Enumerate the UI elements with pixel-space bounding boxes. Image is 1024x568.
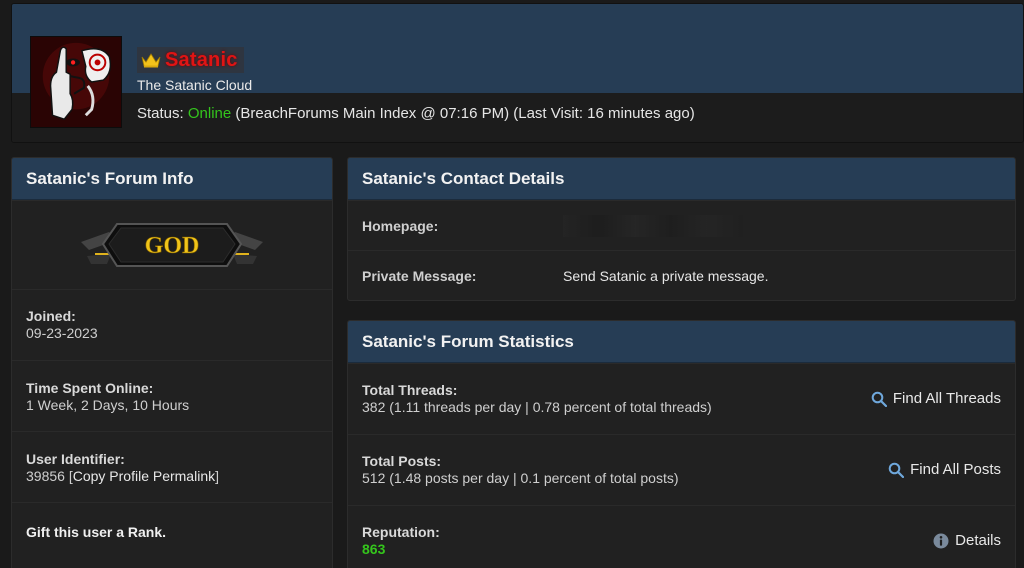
total-posts-row: Total Posts: 512 (1.48 posts per day | 0…: [348, 434, 1015, 505]
user-identifier-value: 39856 [Copy Profile Permalink]: [26, 468, 318, 484]
homepage-value-redacted: [563, 214, 743, 237]
user-identifier-row: User Identifier: 39856 [Copy Profile Per…: [12, 431, 332, 502]
status-label: Status:: [137, 105, 184, 122]
status-line: Status: Online (BreachForums Main Index …: [137, 105, 695, 122]
permalink-open: [: [64, 468, 73, 484]
username-box: Satanic: [137, 47, 244, 73]
find-all-posts-button[interactable]: Find All Posts: [888, 461, 1001, 478]
private-message-link[interactable]: Send Satanic a private message.: [563, 268, 768, 284]
find-all-threads-button[interactable]: Find All Threads: [871, 390, 1001, 407]
rank-badge-image: GOD: [81, 223, 263, 267]
joined-label: Joined:: [26, 308, 76, 324]
uid-number: 39856: [26, 468, 65, 484]
gift-rank-link[interactable]: Gift this user a Rank.: [26, 524, 166, 540]
status-detail: (BreachForums Main Index @ 07:16 PM) (La…: [235, 105, 695, 122]
user-title: The Satanic Cloud: [137, 77, 253, 93]
reputation-details-button[interactable]: Details: [933, 532, 1001, 549]
profile-header: Satanic The Satanic Cloud Status: Online…: [11, 3, 1024, 143]
profile-page: Satanic The Satanic Cloud Status: Online…: [0, 0, 1024, 568]
contact-details-panel: Satanic's Contact Details Homepage: Priv…: [347, 157, 1016, 301]
joined-value: 09-23-2023: [26, 325, 98, 341]
time-online-label: Time Spent Online:: [26, 380, 154, 396]
find-all-posts-label: Find All Posts: [910, 461, 1001, 478]
username[interactable]: Satanic: [165, 49, 238, 72]
total-threads-row: Total Threads: 382 (1.11 threads per day…: [348, 363, 1015, 434]
reputation-details-label: Details: [955, 532, 1001, 549]
reputation-label: Reputation:: [362, 524, 440, 540]
user-identifier-label: User Identifier:: [26, 451, 125, 467]
find-all-threads-label: Find All Threads: [892, 390, 1001, 407]
private-message-label: Private Message:: [362, 267, 477, 284]
homepage-label: Homepage:: [362, 217, 439, 234]
avatar[interactable]: [30, 36, 122, 128]
status-value: Online: [187, 105, 232, 122]
crown-icon: [141, 52, 161, 67]
forum-statistics-title: Satanic's Forum Statistics: [348, 321, 1015, 363]
copy-permalink-link[interactable]: Copy Profile Permalink: [73, 468, 215, 484]
forum-statistics-panel: Satanic's Forum Statistics Total Threads…: [347, 320, 1016, 568]
homepage-row: Homepage:: [348, 200, 1015, 250]
search-icon: [871, 391, 887, 407]
permalink-close: ]: [215, 468, 219, 484]
search-icon: [888, 462, 905, 478]
gift-rank-row: Gift this user a Rank.: [12, 502, 332, 560]
joined-row: Joined: 09-23-2023: [12, 289, 332, 360]
reputation-value: 863: [362, 541, 386, 557]
private-message-row: Private Message: Send Satanic a private …: [348, 250, 1015, 300]
time-online-row: Time Spent Online: 1 Week, 2 Days, 10 Ho…: [12, 360, 332, 431]
time-online-value: 1 Week, 2 Days, 10 Hours: [26, 397, 190, 413]
rank-text: GOD: [145, 233, 200, 259]
contact-details-title: Satanic's Contact Details: [348, 158, 1015, 200]
forum-info-title: Satanic's Forum Info: [12, 158, 332, 200]
info-icon: [933, 533, 949, 548]
reputation-row: Reputation: 863 Details: [348, 505, 1015, 568]
rank-row: GOD: [12, 200, 332, 289]
forum-info-panel: Satanic's Forum Info GOD Joined: 09-23-2…: [11, 157, 333, 568]
avatar-image: [31, 37, 121, 127]
